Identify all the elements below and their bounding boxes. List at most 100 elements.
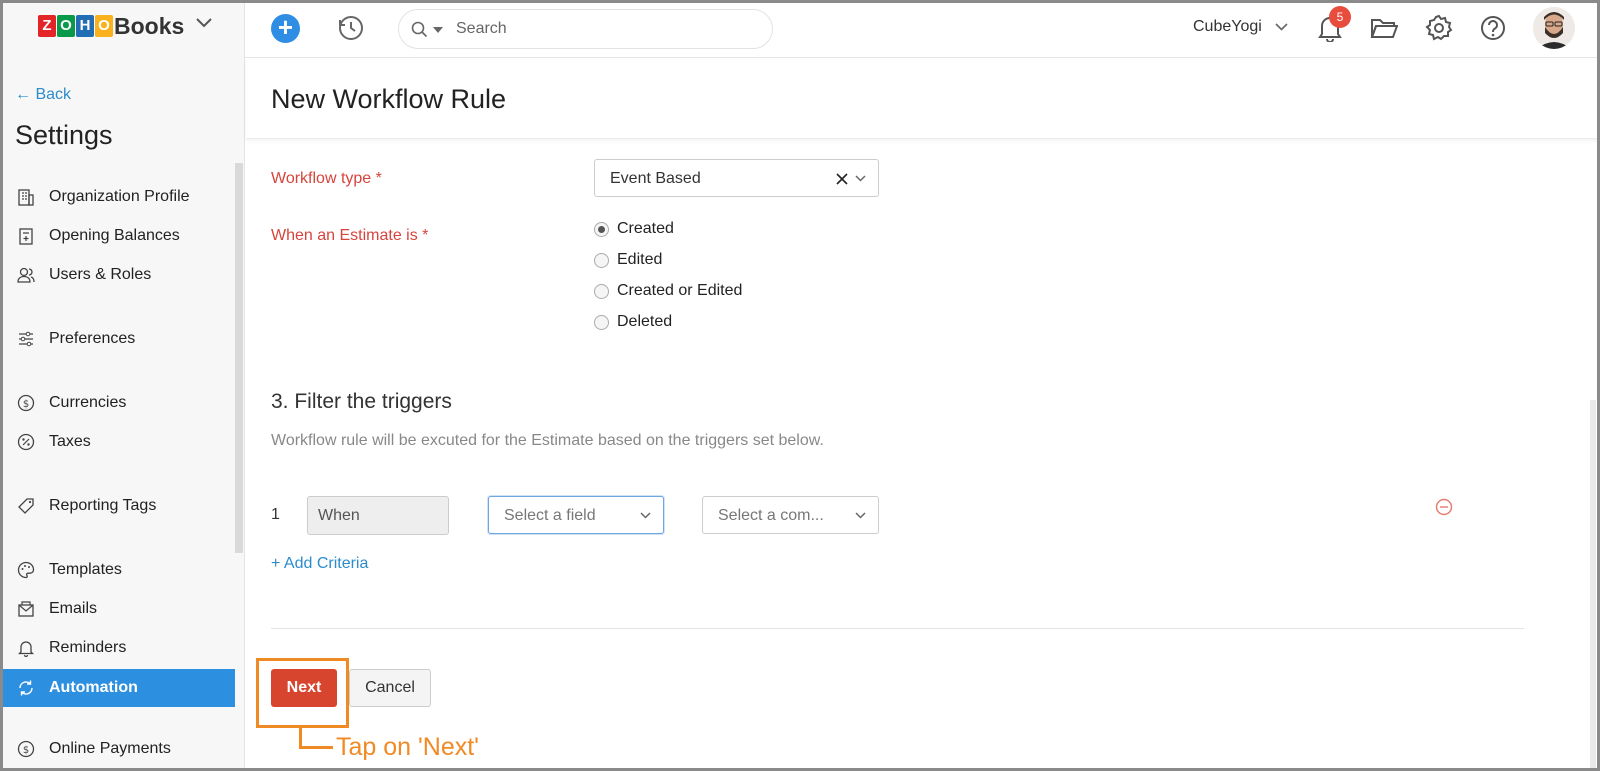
radio-created-or-edited[interactable]: Created or Edited — [594, 282, 742, 300]
chevron-down-icon[interactable] — [1275, 23, 1288, 31]
ledger-icon — [15, 225, 37, 247]
org-name[interactable]: CubeYogi — [1193, 18, 1262, 36]
help-icon[interactable] — [1479, 14, 1507, 42]
workflow-type-select[interactable]: Event Based — [594, 159, 879, 197]
sidebar-item-users-roles[interactable]: Users & Roles — [0, 256, 235, 294]
tutorial-callout-text: Tap on 'Next' — [336, 733, 479, 761]
percent-icon — [15, 431, 37, 453]
cancel-button[interactable]: Cancel — [349, 669, 431, 707]
sidebar-item-organization-profile[interactable]: Organization Profile — [0, 178, 235, 216]
chevron-down-icon[interactable] — [640, 512, 651, 519]
criteria-when-box: When — [307, 496, 449, 535]
clear-icon[interactable] — [836, 173, 848, 185]
select-field-placeholder: Select a field — [504, 507, 596, 524]
currency-icon: $ — [15, 392, 37, 414]
sidebar-item-automation[interactable]: Automation — [0, 669, 235, 707]
palette-icon — [15, 559, 37, 581]
select-comparator-dropdown[interactable]: Select a com... — [702, 496, 879, 534]
top-bar: Z O H O Books + CubeYogi 5 — [0, 0, 1600, 58]
sidebar-item-label: Organization Profile — [49, 188, 190, 205]
radio-label: Created or Edited — [617, 282, 743, 299]
radio-label: Edited — [617, 251, 663, 268]
notification-badge[interactable]: 5 — [1329, 6, 1351, 28]
sidebar-item-label: Currencies — [49, 394, 127, 411]
back-link[interactable]: ← Back — [15, 86, 71, 104]
logo-letter-h: H — [76, 15, 94, 37]
workflow-type-value: Event Based — [610, 170, 701, 187]
select-field-dropdown[interactable]: Select a field — [488, 496, 664, 534]
search-bar[interactable] — [398, 9, 773, 49]
sidebar-item-preferences[interactable]: Preferences — [0, 320, 235, 358]
workflow-type-label: Workflow type * — [271, 170, 382, 187]
avatar[interactable] — [1533, 7, 1575, 49]
radio-created[interactable]: Created — [594, 220, 674, 238]
search-input[interactable] — [456, 18, 746, 40]
settings-sidebar: ← Back Settings Organization Profile Ope… — [0, 58, 245, 771]
sidebar-item-taxes[interactable]: Taxes — [0, 423, 235, 461]
app-name: Books — [114, 13, 185, 39]
page-header: New Workflow Rule — [246, 59, 1600, 139]
filter-section-description: Workflow rule will be excuted for the Es… — [271, 432, 824, 449]
filter-section-title: 3. Filter the triggers — [271, 390, 452, 413]
main-scrollbar[interactable] — [1590, 400, 1596, 771]
logo-letter-o: O — [57, 15, 75, 37]
sidebar-item-online-payments[interactable]: $ Online Payments — [0, 730, 235, 768]
sliders-icon — [15, 328, 37, 350]
chevron-down-icon[interactable] — [196, 18, 212, 28]
sidebar-item-label: Automation — [49, 679, 138, 696]
sidebar-item-reminders[interactable]: Reminders — [0, 629, 235, 667]
quick-create-button[interactable]: + — [271, 14, 300, 43]
chevron-down-icon[interactable] — [855, 512, 866, 519]
radio-edited[interactable]: Edited — [594, 251, 662, 269]
sidebar-scrollbar[interactable] — [235, 163, 243, 553]
tutorial-callout-line — [299, 746, 333, 749]
sync-icon — [15, 677, 37, 699]
sidebar-item-label: Emails — [49, 600, 98, 617]
email-icon — [15, 598, 37, 620]
sidebar-item-opening-balances[interactable]: Opening Balances — [0, 217, 235, 255]
sidebar-item-label: Taxes — [49, 433, 91, 450]
user-photo-icon — [1533, 7, 1575, 49]
sidebar-item-currencies[interactable]: $ Currencies — [0, 384, 235, 422]
plus-icon: + — [277, 12, 294, 42]
settings-title: Settings — [15, 120, 113, 150]
brand-area[interactable]: Z O H O Books — [0, 0, 245, 58]
select-comparator-placeholder: Select a com... — [718, 507, 824, 524]
radio-deleted[interactable]: Deleted — [594, 313, 672, 331]
sidebar-item-emails[interactable]: Emails — [0, 590, 235, 628]
tutorial-callout-line — [299, 728, 302, 748]
chevron-down-icon[interactable] — [855, 175, 866, 182]
sidebar-item-label: Online Payments — [49, 740, 171, 757]
sidebar-item-templates[interactable]: Templates — [0, 551, 235, 589]
page-title: New Workflow Rule — [271, 84, 507, 114]
building-icon — [15, 186, 37, 208]
radio-label: Deleted — [617, 313, 673, 330]
svg-text:$: $ — [23, 399, 29, 410]
history-icon[interactable] — [337, 14, 365, 42]
folder-icon[interactable] — [1370, 16, 1398, 40]
radio-button[interactable] — [594, 314, 609, 330]
gear-icon[interactable] — [1425, 14, 1453, 42]
search-icon[interactable] — [411, 21, 428, 38]
form-divider — [271, 628, 1524, 629]
back-label: Back — [35, 86, 72, 103]
sidebar-item-label: Reporting Tags — [49, 497, 157, 514]
svg-text:$: $ — [23, 745, 29, 756]
radio-button[interactable] — [594, 252, 609, 268]
radio-button[interactable] — [594, 283, 609, 299]
tag-icon — [15, 495, 37, 517]
sidebar-item-label: Templates — [49, 561, 122, 578]
sidebar-item-label: Reminders — [49, 639, 127, 656]
zoho-logo: Z O H O — [38, 15, 114, 37]
remove-criteria-icon[interactable] — [1435, 498, 1453, 516]
sidebar-item-reporting-tags[interactable]: Reporting Tags — [0, 487, 235, 525]
add-criteria-link[interactable]: + Add Criteria — [271, 555, 368, 573]
sidebar-item-label: Users & Roles — [49, 266, 152, 283]
criteria-row-number: 1 — [271, 506, 280, 523]
tutorial-highlight-box — [256, 658, 349, 728]
radio-label: Created — [617, 220, 674, 237]
caret-down-icon[interactable] — [433, 27, 443, 33]
logo-letter-z: Z — [38, 15, 56, 37]
users-icon — [15, 264, 37, 286]
radio-button[interactable] — [594, 221, 609, 237]
